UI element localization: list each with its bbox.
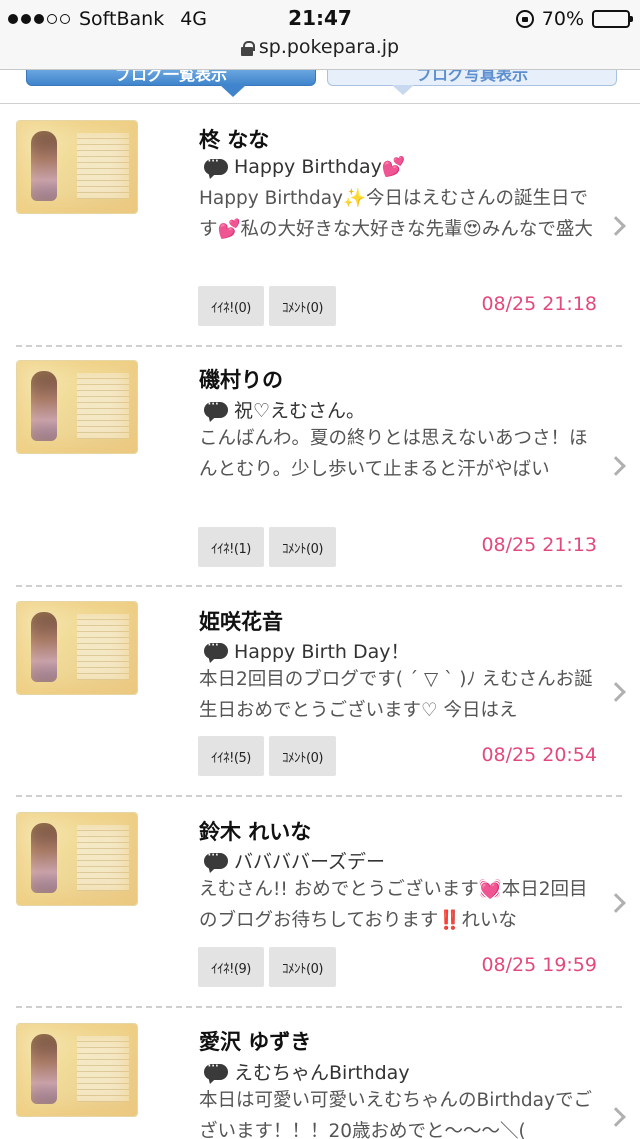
post-title-row: 祝♡えむさん。 — [204, 395, 366, 423]
active-tab-pointer — [220, 85, 246, 97]
post-excerpt: 本日2回目のブログです( ´ ▽ ` )ﾉ えむさんお誕生日おめでとうございます… — [199, 669, 593, 721]
tab-blog-list-label: ブログ一覧表示 — [114, 70, 227, 84]
speech-bubble-icon — [204, 636, 228, 659]
comment-button[interactable]: ｺﾒﾝﾄ(0) — [269, 947, 336, 987]
post-thumbnail[interactable] — [17, 813, 137, 905]
inactive-tab-pointer — [392, 85, 414, 95]
tab-blog-photos[interactable]: ブログ写真表示 — [327, 70, 617, 86]
author-name: 姫咲花音 — [199, 610, 283, 634]
post-title-row: Happy Birth Day！ — [204, 636, 410, 664]
post-title: Happy Birth Day！ — [234, 641, 410, 663]
speech-bubble-icon — [204, 1057, 228, 1080]
post-title-row: ババババーズデー — [204, 846, 386, 874]
post-title-row: Happy Birthday💕 — [204, 152, 406, 178]
item-divider — [16, 345, 622, 347]
like-button[interactable]: ｲｲﾈ!(1) — [198, 527, 264, 567]
post-title-row: えむちゃんBirthday — [204, 1057, 410, 1085]
like-button[interactable]: ｲｲﾈ!(9) — [198, 947, 264, 987]
item-divider — [16, 585, 622, 587]
tab-blog-list[interactable]: ブログ一覧表示 — [26, 70, 316, 86]
padlock-icon — [240, 41, 255, 56]
chevron-right-icon[interactable] — [606, 216, 626, 236]
address-bar[interactable]: sp.pokepara.jp — [0, 36, 640, 58]
post-date: 08/25 21:18 — [481, 293, 597, 315]
post-title: えむちゃんBirthday — [234, 1062, 410, 1084]
item-divider — [16, 795, 622, 797]
post-thumbnail[interactable] — [17, 121, 137, 213]
author-name: 柊 なな — [199, 128, 270, 152]
item-divider — [16, 1006, 622, 1008]
post-thumbnail[interactable] — [17, 1024, 137, 1116]
divider — [0, 103, 640, 104]
author-name: 愛沢 ゆずき — [199, 1030, 312, 1054]
url-text: sp.pokepara.jp — [258, 36, 400, 58]
tab-blog-photos-label: ブログ写真表示 — [415, 70, 528, 84]
rotation-lock-icon — [515, 10, 534, 28]
like-button[interactable]: ｲｲﾈ!(5) — [198, 736, 264, 776]
post-title: Happy Birthday💕 — [234, 156, 406, 178]
post-excerpt: こんばんわ。夏の終りとは思えないあつさ！ほんとむり。少し歩いて止まると汗がやばい — [199, 428, 588, 480]
speech-bubble-icon — [204, 152, 228, 175]
post-excerpt: えむさん!! おめでとうございます💓本日2回目のブログお待ちしております‼️れい… — [199, 879, 588, 931]
status-bar: SoftBank 4G 21:47 70% sp.pokepara.jp — [0, 0, 640, 70]
post-thumbnail[interactable] — [17, 602, 137, 694]
post-date: 08/25 21:13 — [481, 534, 597, 556]
chevron-right-icon[interactable] — [606, 682, 626, 702]
speech-bubble-icon — [204, 846, 228, 869]
status-right: 70% — [515, 6, 633, 32]
author-name: 鈴木 れいな — [199, 820, 312, 844]
chevron-right-icon[interactable] — [606, 1107, 626, 1127]
post-title: 祝♡えむさん。 — [234, 400, 366, 422]
comment-button[interactable]: ｺﾒﾝﾄ(0) — [269, 736, 336, 776]
post-date: 08/25 19:59 — [481, 954, 597, 976]
comment-button[interactable]: ｺﾒﾝﾄ(0) — [269, 286, 336, 326]
speech-bubble-icon — [204, 395, 228, 418]
author-name: 磯村りの — [199, 368, 283, 392]
post-thumbnail[interactable] — [17, 361, 137, 453]
chevron-right-icon[interactable] — [606, 893, 626, 913]
chevron-right-icon[interactable] — [606, 456, 626, 476]
battery-percent: 70% — [541, 8, 584, 30]
view-tabs: ブログ一覧表示 ブログ写真表示 — [0, 70, 640, 104]
post-excerpt: 本日は可愛い可愛いえむちゃんのBirthdayでございます！！！20歳おめでと～… — [199, 1090, 592, 1139]
post-excerpt: Happy Birthday✨今日はえむさんの誕生日です💕私の大好きな大好きな先… — [199, 188, 593, 240]
comment-button[interactable]: ｺﾒﾝﾄ(0) — [269, 527, 336, 567]
like-button[interactable]: ｲｲﾈ!(0) — [198, 286, 264, 326]
post-date: 08/25 20:54 — [481, 744, 597, 766]
post-title: ババババーズデー — [234, 851, 386, 873]
battery-icon — [592, 10, 633, 28]
